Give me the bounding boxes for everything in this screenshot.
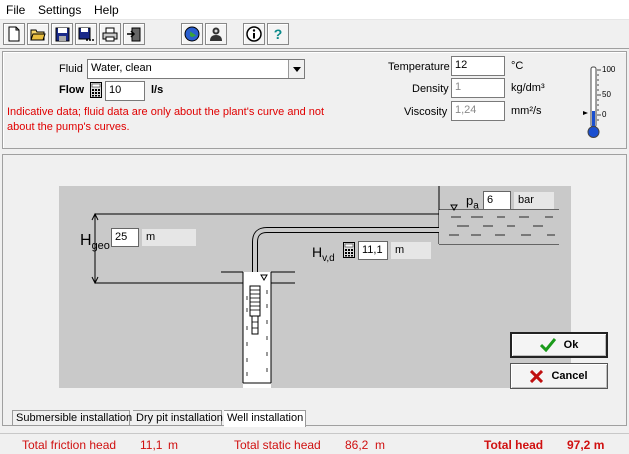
menu-bar: File Settings Help xyxy=(0,0,629,20)
temperature-unit: °C xyxy=(511,60,524,72)
viscosity-input[interactable]: 1,24 xyxy=(451,101,505,121)
cancel-label: Cancel xyxy=(551,370,588,382)
tab-well-installation[interactable]: Well installation xyxy=(224,410,306,427)
hvd-input[interactable]: 11,1 xyxy=(358,241,388,260)
viscosity-unit: mm²/s xyxy=(511,105,542,117)
density-label: Density xyxy=(412,83,449,95)
static-head-label: Total static head xyxy=(234,438,321,452)
hvd-calculator-icon[interactable] xyxy=(343,242,355,261)
menu-file[interactable]: File xyxy=(6,3,25,17)
friction-head-value: 11,1 xyxy=(140,438,163,452)
info-icon[interactable] xyxy=(243,23,265,45)
fluid-value: Water, clean xyxy=(91,62,152,74)
menu-settings[interactable]: Settings xyxy=(38,3,81,17)
hgeo-label: Hgeo xyxy=(80,232,110,252)
calculator-icon[interactable] xyxy=(90,82,102,101)
viscosity-label: Viscosity xyxy=(404,106,448,118)
hvd-label: Hv,d xyxy=(312,244,335,264)
menu-help[interactable]: Help xyxy=(94,3,119,17)
help-icon[interactable]: ? xyxy=(267,23,289,45)
thermometer-tick-50: 50 xyxy=(602,90,611,99)
friction-head-unit: m xyxy=(168,438,178,452)
temperature-input[interactable]: 12 xyxy=(451,56,505,76)
thermometer-tick-0: 0 xyxy=(602,110,607,119)
exit-icon[interactable] xyxy=(123,23,145,45)
tab-submersible-installation[interactable]: Submersible installation xyxy=(12,410,132,426)
status-bar: Total friction head 11,1 m Total static … xyxy=(0,433,629,454)
checkmark-icon xyxy=(539,338,556,352)
installation-diagram: Hgeo 25 m Hv,d 11,1 m pa 6 bar xyxy=(59,186,571,388)
cancel-x-icon xyxy=(530,369,544,383)
friction-head-label: Total friction head xyxy=(22,438,117,452)
pa-label: pa xyxy=(466,193,479,212)
cancel-button[interactable]: Cancel xyxy=(510,363,608,389)
hgeo-input[interactable]: 25 xyxy=(111,228,139,247)
tab-dry-pit-installation[interactable]: Dry pit installation xyxy=(133,410,223,426)
chevron-down-icon[interactable] xyxy=(288,60,304,78)
static-head-value: 86,2 xyxy=(345,438,369,452)
fluid-label: Fluid xyxy=(59,63,83,75)
print-icon[interactable] xyxy=(99,23,121,45)
total-head-label: Total head xyxy=(484,438,544,452)
fluid-panel: Fluid Water, clean Flow 10 l/s Indicativ… xyxy=(2,51,627,149)
hgeo-symbol: H xyxy=(80,232,92,249)
hgeo-unit: m xyxy=(142,229,196,246)
toolbar: ? xyxy=(0,21,629,49)
pa-subscript: a xyxy=(473,200,479,212)
static-head-unit: m xyxy=(375,438,385,452)
indicative-note: Indicative data; fluid data are only abo… xyxy=(7,106,325,133)
thermometer-tick-100: 100 xyxy=(602,65,616,74)
pa-input[interactable]: 6 xyxy=(483,191,511,210)
hvd-unit: m xyxy=(391,242,431,259)
installation-drawing xyxy=(91,186,559,388)
temperature-label: Temperature xyxy=(388,61,450,73)
pa-unit: bar xyxy=(514,192,554,209)
density-unit: kg/dm³ xyxy=(511,82,545,94)
flow-unit: l/s xyxy=(151,84,164,96)
hvd-subscript: v,d xyxy=(322,252,335,264)
ok-label: Ok xyxy=(563,339,579,351)
density-input[interactable]: 1 xyxy=(451,78,505,98)
ok-button[interactable]: Ok xyxy=(510,332,608,358)
flow-label: Flow xyxy=(59,84,85,96)
flow-input[interactable]: 10 xyxy=(105,81,145,101)
globe-icon[interactable] xyxy=(181,23,203,45)
new-document-icon[interactable] xyxy=(3,23,25,45)
installation-panel: Hgeo 25 m Hv,d 11,1 m pa 6 bar Ok Cancel xyxy=(2,154,627,426)
help-icon-glyph: ? xyxy=(273,26,283,42)
user-icon[interactable] xyxy=(205,23,227,45)
open-folder-icon[interactable] xyxy=(27,23,49,45)
save-as-icon[interactable] xyxy=(75,23,97,45)
thermometer-gauge[interactable]: 100 50 0 xyxy=(581,65,621,141)
hvd-symbol: H xyxy=(312,244,323,260)
hgeo-subscript: geo xyxy=(91,240,110,253)
save-icon[interactable] xyxy=(51,23,73,45)
fluid-select[interactable]: Water, clean xyxy=(87,59,305,79)
total-head-value: 97,2 m xyxy=(567,438,605,452)
